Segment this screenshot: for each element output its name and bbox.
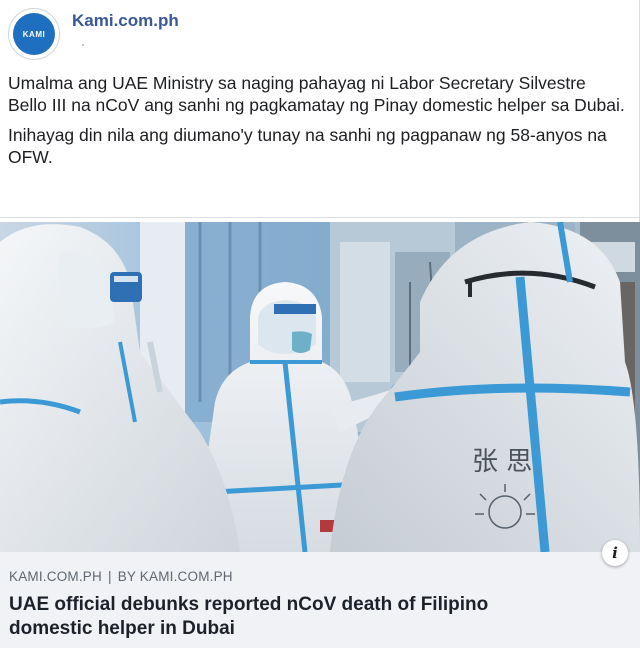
link-byline: BY KAMI.COM.PH [117, 569, 233, 584]
link-preview-image[interactable]: 张 思 [0, 222, 640, 552]
page-name-link[interactable]: Kami.com.ph [72, 11, 179, 31]
post-message: Umalma ang UAE Ministry sa naging pahaya… [8, 72, 628, 176]
domain-separator: | [107, 569, 112, 584]
info-icon[interactable]: i [602, 540, 628, 566]
post-meta-dot [82, 44, 84, 46]
divider [0, 217, 640, 218]
link-title[interactable]: UAE official debunks reported nCoV death… [9, 593, 569, 641]
post-header: KAMI Kami.com.ph [0, 0, 640, 66]
facebook-post: KAMI Kami.com.ph Umalma ang UAE Ministry… [0, 0, 640, 648]
link-domain: KAMI.COM.PH [9, 569, 102, 584]
link-domain-line: KAMI.COM.PH | BY KAMI.COM.PH [9, 569, 233, 584]
link-preview-card[interactable]: i KAMI.COM.PH | BY KAMI.COM.PH UAE officia… [0, 540, 640, 648]
suit-handwriting: 张 思 [472, 447, 532, 477]
kami-logo: KAMI [13, 13, 55, 55]
hazmat-photo: 张 思 [0, 222, 640, 552]
page-avatar[interactable]: KAMI [8, 8, 60, 60]
post-paragraph-2: Inihayag din nila ang diumano'y tunay na… [8, 125, 607, 167]
post-paragraph-1: Umalma ang UAE Ministry sa naging pahaya… [8, 73, 625, 115]
